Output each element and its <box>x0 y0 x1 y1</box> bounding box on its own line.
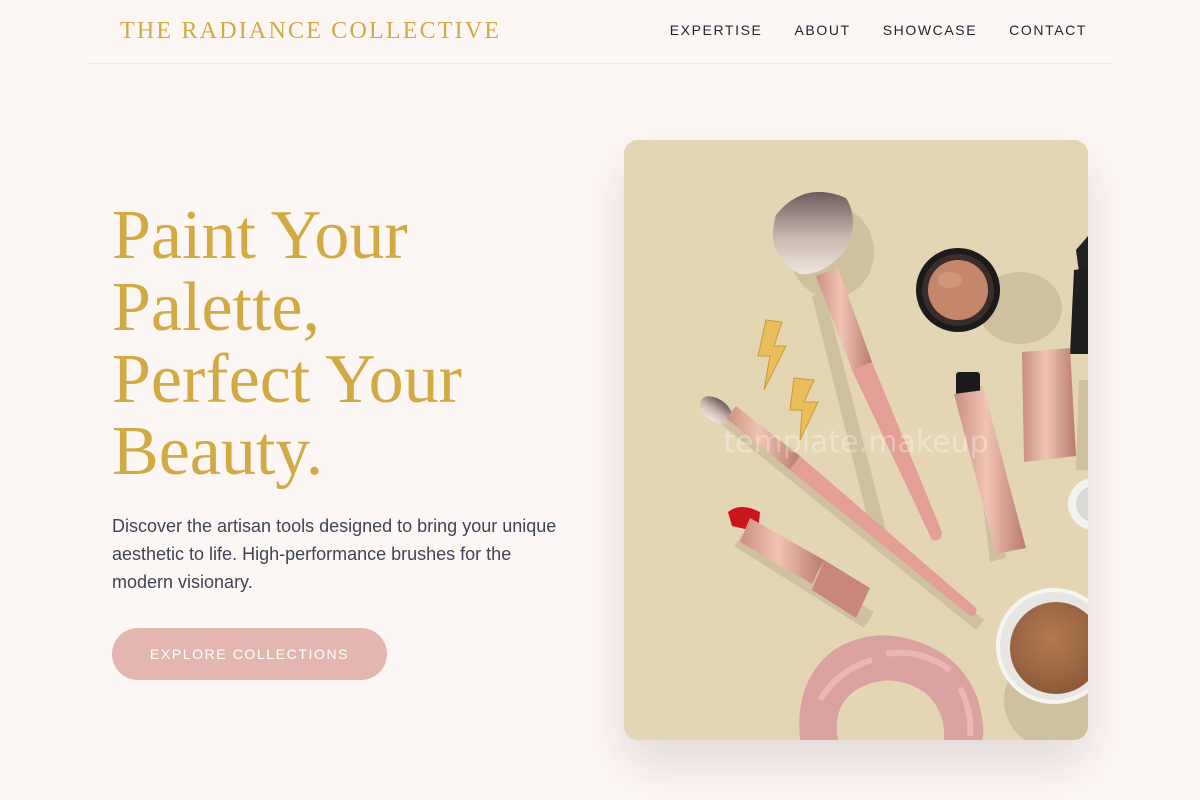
hero-title: Paint Your Palette, Perfect Your Beauty. <box>112 200 582 488</box>
watermark-text: template.makeup <box>723 425 988 460</box>
hero-title-line: Paint Your <box>112 197 408 274</box>
explore-collections-button[interactable]: EXPLORE COLLECTIONS <box>112 628 387 680</box>
hero-product-image: template.makeup <box>624 140 1088 740</box>
nav-link-about[interactable]: ABOUT <box>794 22 850 38</box>
eyeshadow-pot <box>916 248 1000 332</box>
site-header: THE RADIANCE COLLECTIVE EXPERTISE ABOUT … <box>88 0 1112 64</box>
hero-title-line: Perfect Your <box>112 341 462 418</box>
nav-link-expertise[interactable]: EXPERTISE <box>670 22 763 38</box>
hero-title-line: Palette, <box>112 269 320 346</box>
nav-link-contact[interactable]: CONTACT <box>1009 22 1087 38</box>
hero-description: Discover the artisan tools designed to b… <box>112 516 557 592</box>
hero-title-line: Beauty. <box>112 413 324 490</box>
main-nav: EXPERTISE ABOUT SHOWCASE CONTACT <box>670 22 1087 38</box>
nav-link-showcase[interactable]: SHOWCASE <box>883 22 977 38</box>
brand-logo[interactable]: THE RADIANCE COLLECTIVE <box>120 18 501 45</box>
